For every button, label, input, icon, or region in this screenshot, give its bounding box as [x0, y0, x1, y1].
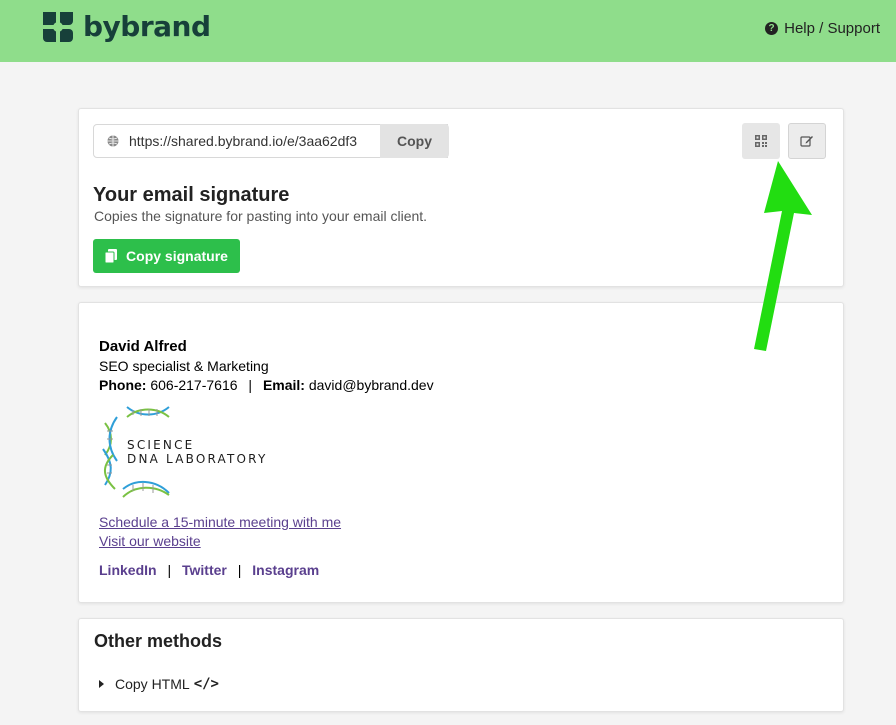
signature-name: David Alfred	[99, 338, 187, 355]
help-support-link[interactable]: ? Help / Support	[765, 20, 880, 37]
signature-role: SEO specialist & Marketing	[99, 358, 269, 374]
help-label: Help / Support	[784, 20, 880, 37]
website-link[interactable]: Visit our website	[99, 533, 201, 549]
brand-logo[interactable]: bybrand	[41, 10, 211, 44]
top-bar: bybrand ? Help / Support	[0, 0, 896, 62]
social-links: LinkedIn | Twitter | Instagram	[99, 562, 319, 578]
social-divider: |	[237, 562, 242, 578]
logo-line-2: DNA LABORATORY	[127, 452, 268, 466]
copy-html-toggle[interactable]: Copy HTML </>	[99, 676, 219, 692]
signature-contact: Phone: 606-217-7616 | Email: david@bybra…	[99, 377, 434, 393]
bybrand-logo-icon	[41, 10, 75, 44]
annotation-arrow	[754, 161, 812, 351]
question-circle-icon: ?	[765, 22, 779, 35]
brand-name: bybrand	[83, 10, 211, 43]
share-url-text: https://shared.bybrand.io/e/3aa62df3	[129, 133, 358, 149]
copy-html-label: Copy HTML	[115, 676, 190, 692]
globe-icon	[107, 135, 119, 147]
signature-panel-subtitle: Copies the signature for pasting into yo…	[94, 208, 428, 224]
meeting-link[interactable]: Schedule a 15-minute meeting with me	[99, 514, 341, 530]
caret-right-icon	[99, 680, 104, 688]
qr-code-icon	[755, 135, 767, 147]
logo-line-1: SCIENCE	[127, 438, 195, 452]
twitter-link[interactable]: Twitter	[182, 562, 227, 578]
other-methods-card: Other methods Copy HTML </>	[78, 618, 844, 712]
signature-panel-title: Your email signature	[93, 184, 290, 206]
dna-logo-text: SCIENCE DNA LABORATORY	[127, 438, 267, 466]
share-card: https://shared.bybrand.io/e/3aa62df3 Cop…	[78, 108, 844, 287]
phone-label: Phone:	[99, 377, 147, 393]
qr-code-button[interactable]	[742, 123, 780, 159]
signature-preview-card: David Alfred SEO specialist & Marketing …	[78, 302, 844, 603]
copy-icon	[105, 249, 118, 263]
phone-value: 606-217-7616	[150, 377, 238, 393]
social-divider: |	[167, 562, 172, 578]
linkedin-link[interactable]: LinkedIn	[99, 562, 157, 578]
code-icon: </>	[193, 676, 219, 692]
instagram-link[interactable]: Instagram	[252, 562, 319, 578]
copy-signature-button[interactable]: Copy signature	[93, 239, 240, 273]
other-methods-title: Other methods	[94, 631, 223, 651]
contact-divider: |	[248, 377, 253, 393]
edit-signature-button[interactable]	[788, 123, 826, 159]
email-value: david@bybrand.dev	[308, 377, 434, 393]
email-label: Email:	[262, 377, 305, 393]
edit-icon	[800, 136, 813, 147]
copy-url-button[interactable]: Copy	[380, 124, 449, 158]
copy-signature-label: Copy signature	[126, 248, 228, 264]
